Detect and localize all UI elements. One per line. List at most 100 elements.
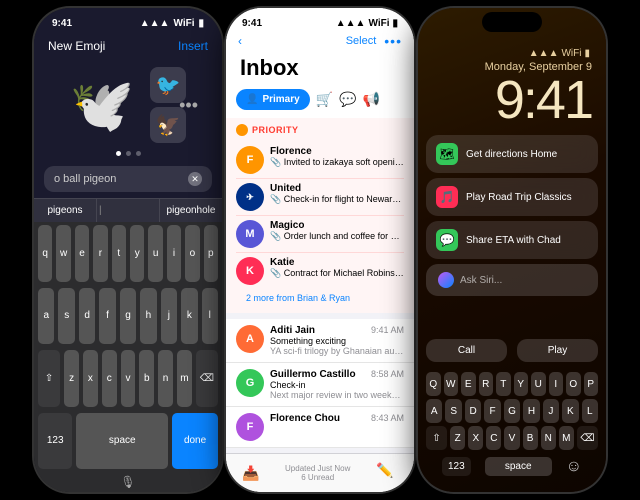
key-s[interactable]: s bbox=[58, 288, 74, 345]
tab-primary-label: Primary bbox=[262, 94, 299, 105]
insert-button[interactable]: Insert bbox=[178, 39, 208, 53]
key-u[interactable]: u bbox=[148, 225, 162, 282]
play-button[interactable]: Play bbox=[517, 339, 598, 362]
key-r[interactable]: r bbox=[93, 225, 107, 282]
more-options-button[interactable]: ••• bbox=[384, 33, 402, 49]
more-emails-link[interactable]: 2 more from Brian & Ryan bbox=[236, 289, 404, 307]
rkey-h[interactable]: H bbox=[523, 399, 539, 423]
right-key-row-3: ⇧ Z X C V B N M ⌫ bbox=[426, 426, 598, 450]
rkey-m[interactable]: M bbox=[559, 426, 574, 450]
key-h[interactable]: h bbox=[140, 288, 156, 345]
rkey-j[interactable]: J bbox=[543, 399, 559, 423]
emoji-search-bar[interactable]: o ball pigeon ✕ bbox=[44, 166, 212, 192]
key-x[interactable]: x bbox=[83, 350, 98, 407]
search-clear-button[interactable]: ✕ bbox=[188, 172, 202, 186]
key-n[interactable]: n bbox=[158, 350, 173, 407]
rkey-z[interactable]: Z bbox=[450, 426, 465, 450]
key-k[interactable]: k bbox=[181, 288, 197, 345]
suggestion-pigeonhole[interactable]: pigeonhole bbox=[160, 199, 222, 222]
rkey-y[interactable]: Y bbox=[514, 372, 529, 396]
rkey-e[interactable]: E bbox=[461, 372, 476, 396]
email-aditi[interactable]: A Aditi Jain 9:41 AM Something exciting … bbox=[226, 319, 414, 363]
key-f[interactable]: f bbox=[99, 288, 115, 345]
emoji-display: 🕊️ 🐦 🦅 ••• bbox=[34, 59, 222, 147]
email-subject-guillermo: Check-in bbox=[270, 380, 404, 390]
key-num[interactable]: 123 bbox=[38, 413, 72, 470]
key-a[interactable]: a bbox=[38, 288, 54, 345]
rkey-num[interactable]: 123 bbox=[442, 457, 471, 476]
key-space[interactable]: space bbox=[76, 413, 168, 470]
rkey-u[interactable]: U bbox=[531, 372, 546, 396]
rkey-l[interactable]: L bbox=[582, 399, 598, 423]
rkey-s[interactable]: S bbox=[445, 399, 461, 423]
rkey-delete[interactable]: ⌫ bbox=[577, 426, 598, 450]
key-j[interactable]: j bbox=[161, 288, 177, 345]
tab-shopping[interactable]: 🛒 bbox=[316, 91, 333, 108]
rkey-d[interactable]: D bbox=[465, 399, 481, 423]
left-wifi-icon: WiFi bbox=[173, 18, 194, 29]
key-o[interactable]: o bbox=[185, 225, 199, 282]
priority-email-4[interactable]: K Katie 📎 Contract for Michael Robinson'… bbox=[236, 253, 404, 289]
email-florence-chou[interactable]: F Florence Chou 8:43 AM bbox=[226, 407, 414, 448]
key-v[interactable]: v bbox=[121, 350, 136, 407]
more-button[interactable]: ••• bbox=[179, 95, 198, 116]
key-m[interactable]: m bbox=[177, 350, 192, 407]
compose-button[interactable]: ✏️ bbox=[376, 462, 398, 484]
select-button[interactable]: Select bbox=[346, 35, 377, 47]
rkey-g[interactable]: G bbox=[504, 399, 520, 423]
key-y[interactable]: y bbox=[130, 225, 144, 282]
mailbox-icon[interactable]: 📥 bbox=[242, 465, 259, 482]
email-time-guillermo: 8:58 AM bbox=[371, 369, 404, 380]
call-play-row: Call Play bbox=[418, 339, 606, 362]
tab-primary[interactable]: 👤 Primary bbox=[236, 89, 310, 110]
key-c[interactable]: c bbox=[102, 350, 117, 407]
key-done[interactable]: done bbox=[172, 413, 218, 470]
updated-text: Updated Just Now bbox=[285, 464, 350, 473]
key-t[interactable]: t bbox=[112, 225, 126, 282]
call-button[interactable]: Call bbox=[426, 339, 507, 362]
tab-chat[interactable]: 💬 bbox=[339, 91, 356, 108]
rkey-a[interactable]: A bbox=[426, 399, 442, 423]
rkey-k[interactable]: K bbox=[562, 399, 578, 423]
priority-email-1[interactable]: F Florence 📎 Invited to izakaya soft ope… bbox=[236, 142, 404, 179]
rkey-n[interactable]: N bbox=[541, 426, 556, 450]
key-shift[interactable]: ⇧ bbox=[38, 350, 60, 407]
key-w[interactable]: w bbox=[56, 225, 70, 282]
rkey-c[interactable]: C bbox=[486, 426, 501, 450]
key-b[interactable]: b bbox=[139, 350, 154, 407]
right-wifi-icon: WiFi bbox=[561, 48, 581, 59]
priority-email-3[interactable]: M Magico 📎 Order lunch and coffee for Ne… bbox=[236, 216, 404, 253]
widget-music[interactable]: 🎵 Play Road Trip Classics bbox=[426, 178, 598, 216]
key-d[interactable]: d bbox=[79, 288, 95, 345]
rkey-b[interactable]: B bbox=[523, 426, 538, 450]
key-i[interactable]: i bbox=[167, 225, 181, 282]
rkey-i[interactable]: I bbox=[549, 372, 564, 396]
key-p[interactable]: p bbox=[204, 225, 218, 282]
rkey-r[interactable]: R bbox=[479, 372, 494, 396]
rkey-t[interactable]: T bbox=[496, 372, 511, 396]
widget-directions[interactable]: 🗺 Get directions Home bbox=[426, 135, 598, 173]
tab-promo[interactable]: 📢 bbox=[363, 91, 380, 108]
email-time-aditi: 9:41 AM bbox=[371, 325, 404, 336]
priority-email-2[interactable]: ✈ United 📎 Check-in for flight to Newark… bbox=[236, 179, 404, 216]
siri-search-bar[interactable]: Ask Siri... bbox=[426, 264, 598, 296]
key-l[interactable]: l bbox=[202, 288, 218, 345]
rkey-q[interactable]: Q bbox=[426, 372, 441, 396]
nav-back-button[interactable]: ‹ bbox=[238, 34, 242, 48]
rkey-p[interactable]: P bbox=[584, 372, 599, 396]
rkey-x[interactable]: X bbox=[468, 426, 483, 450]
key-delete[interactable]: ⌫ bbox=[196, 350, 218, 407]
suggestion-pigeons[interactable]: pigeons bbox=[34, 199, 97, 222]
widget-messages[interactable]: 💬 Share ETA with Chad bbox=[426, 221, 598, 259]
rkey-shift[interactable]: ⇧ bbox=[426, 426, 447, 450]
rkey-o[interactable]: O bbox=[566, 372, 581, 396]
rkey-v[interactable]: V bbox=[504, 426, 519, 450]
rkey-f[interactable]: F bbox=[484, 399, 500, 423]
email-guillermo[interactable]: G Guillermo Castillo 8:58 AM Check-in Ne… bbox=[226, 363, 414, 407]
key-q[interactable]: q bbox=[38, 225, 52, 282]
rkey-w[interactable]: W bbox=[444, 372, 459, 396]
key-z[interactable]: z bbox=[64, 350, 79, 407]
key-e[interactable]: e bbox=[75, 225, 89, 282]
rkey-space[interactable]: space bbox=[485, 457, 552, 476]
key-g[interactable]: g bbox=[120, 288, 136, 345]
